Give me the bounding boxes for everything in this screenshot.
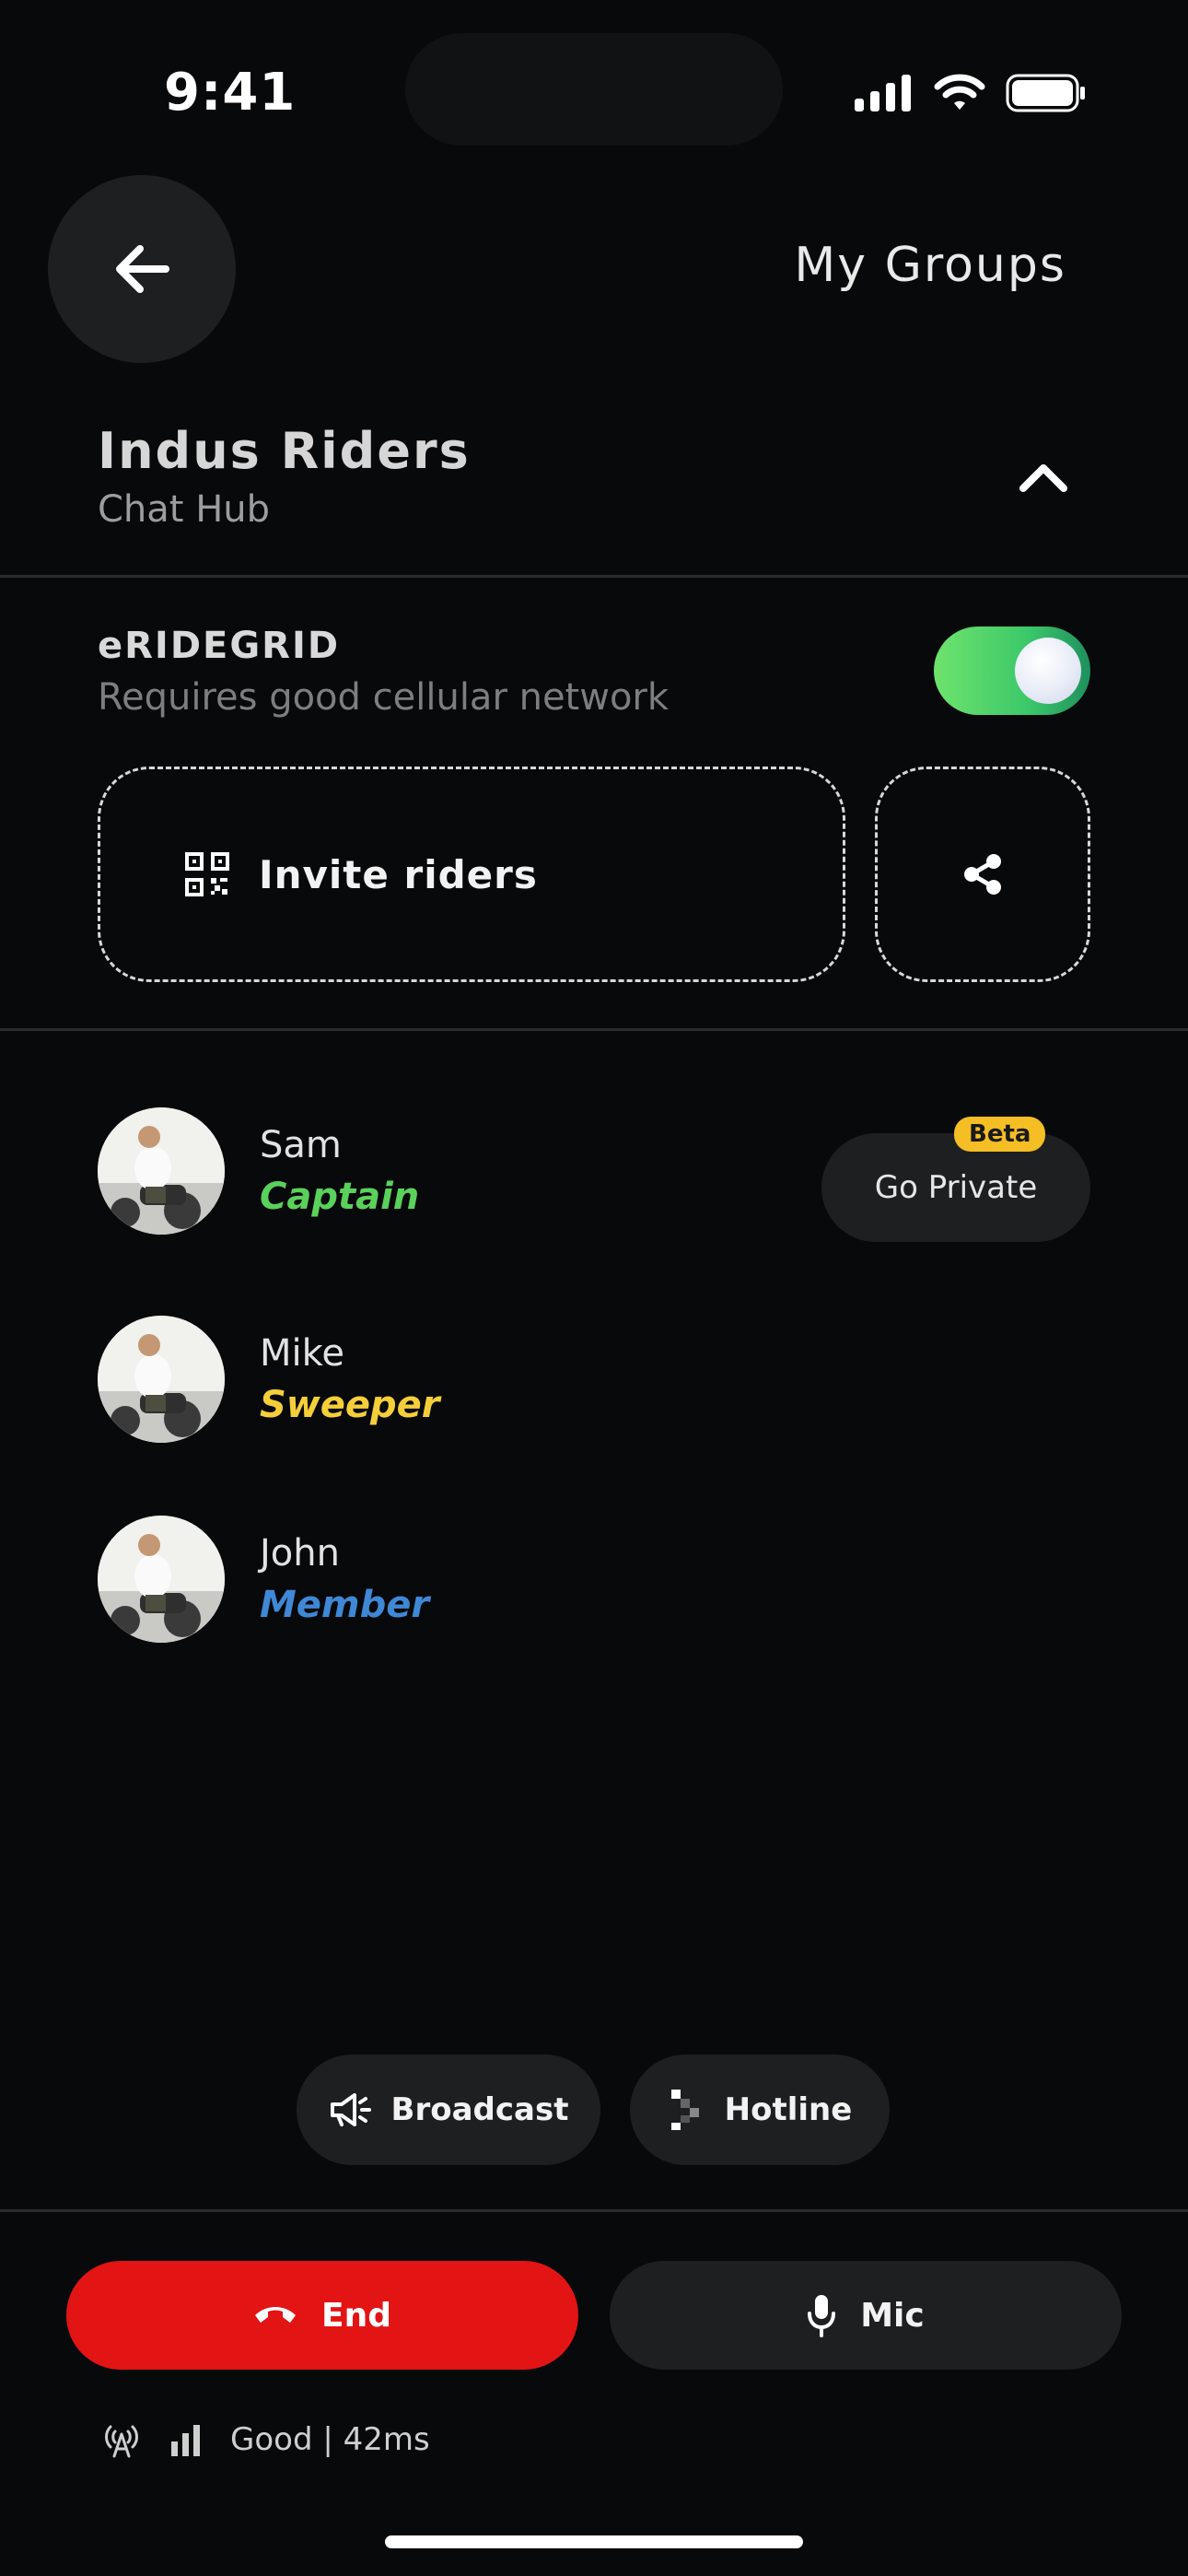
share-button[interactable] xyxy=(875,767,1090,982)
rider-name: John xyxy=(260,1532,340,1575)
mic-label: Mic xyxy=(860,2296,925,2335)
end-call-label: End xyxy=(321,2296,391,2335)
wifi-icon xyxy=(934,74,985,110)
beta-badge: Beta xyxy=(954,1117,1046,1152)
invite-riders-label: Invite riders xyxy=(259,851,538,897)
megaphone-icon xyxy=(330,2093,371,2126)
hotline-icon xyxy=(670,2090,699,2130)
mic-button[interactable]: Mic xyxy=(610,2261,1122,2370)
signal-bars-icon xyxy=(171,2425,200,2456)
invite-riders-button[interactable]: Invite riders xyxy=(98,767,845,982)
eridegrid-toggle[interactable] xyxy=(934,626,1090,715)
microphone-icon xyxy=(808,2295,836,2337)
antenna-icon xyxy=(105,2425,138,2458)
end-call-button[interactable]: End xyxy=(66,2261,578,2370)
avatar xyxy=(98,1107,225,1235)
rider-name: Mike xyxy=(260,1332,344,1375)
rider-row[interactable]: John Member xyxy=(98,1516,1092,1645)
share-icon xyxy=(964,854,1001,895)
my-groups-link[interactable]: My Groups xyxy=(794,238,1066,293)
back-button[interactable] xyxy=(48,175,236,363)
phone-hangup-icon xyxy=(255,2307,296,2323)
eridegrid-subtitle: Requires good cellular network xyxy=(98,676,670,719)
broadcast-label: Broadcast xyxy=(390,2091,569,2128)
rider-row[interactable]: Mike Sweeper xyxy=(98,1316,1092,1445)
eridegrid-title: eRIDEGRID xyxy=(98,625,341,667)
avatar xyxy=(98,1316,225,1443)
divider xyxy=(0,1028,1188,1031)
group-chat-screen: 9:41 My Groups Indus Riders Chat Hub eRI… xyxy=(0,0,1188,2576)
hotline-label: Hotline xyxy=(724,2091,853,2128)
arrow-left-icon xyxy=(116,245,169,293)
collapse-button[interactable] xyxy=(1013,451,1074,503)
broadcast-button[interactable]: Broadcast xyxy=(297,2055,600,2165)
status-time: 9:41 xyxy=(164,63,297,123)
avatar xyxy=(98,1516,225,1643)
network-status: Good | 42ms xyxy=(101,2421,430,2458)
rider-role-captain: Captain xyxy=(260,1176,420,1218)
rider-name: Sam xyxy=(260,1124,342,1166)
divider xyxy=(0,575,1188,578)
home-indicator[interactable] xyxy=(385,2535,803,2548)
network-status-text: Good | 42ms xyxy=(230,2421,430,2458)
qr-code-icon xyxy=(185,852,229,896)
go-private-label: Go Private xyxy=(874,1169,1038,1206)
status-icons xyxy=(855,74,1087,112)
group-title: Indus Riders xyxy=(98,422,471,480)
rider-role-member: Member xyxy=(260,1584,430,1626)
divider xyxy=(0,2209,1188,2212)
cellular-signal-icon xyxy=(855,75,911,111)
dynamic-island xyxy=(405,33,783,146)
toggle-knob xyxy=(1015,638,1081,704)
chevron-up-icon xyxy=(1019,464,1067,492)
battery-icon xyxy=(1006,74,1085,112)
group-subtitle: Chat Hub xyxy=(98,488,271,531)
rider-role-sweeper: Sweeper xyxy=(260,1384,440,1426)
go-private-button[interactable]: Go Private xyxy=(821,1133,1090,1242)
hotline-button[interactable]: Hotline xyxy=(630,2055,890,2165)
